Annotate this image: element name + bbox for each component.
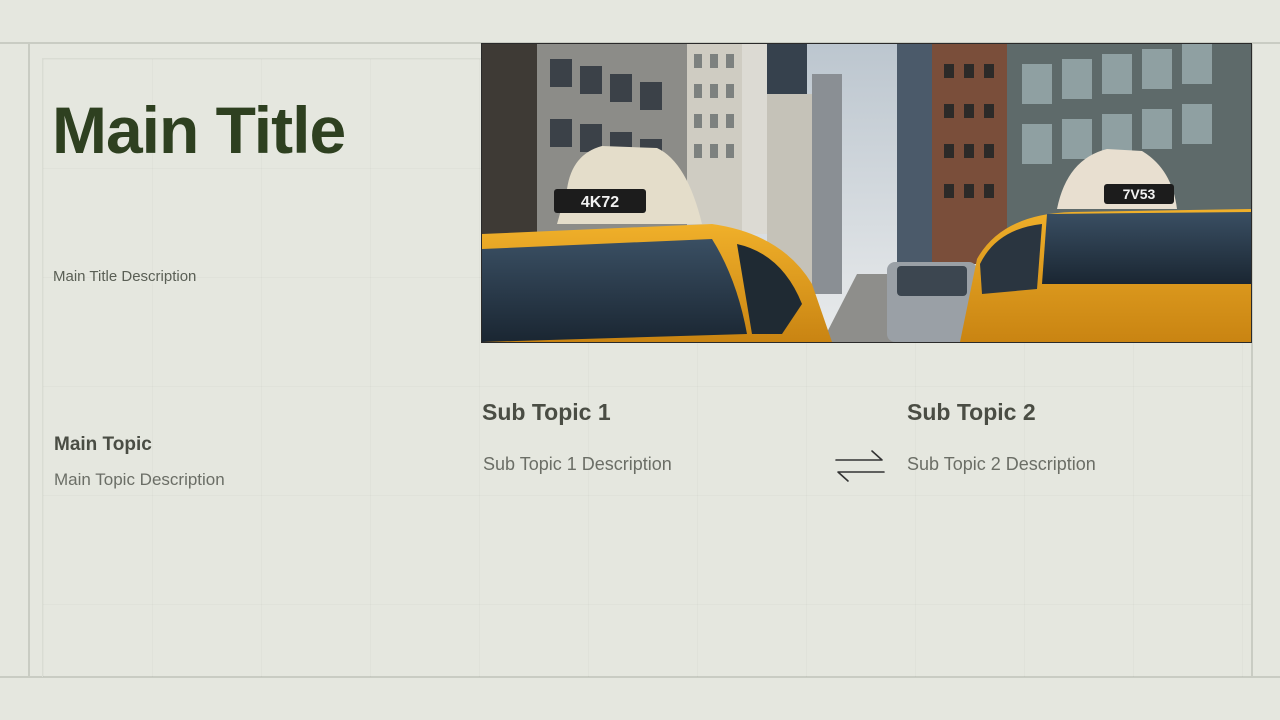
city-taxi-photo: 4K72 7V53 xyxy=(481,43,1252,343)
main-title: Main Title xyxy=(52,93,346,167)
main-topic-description: Main Topic Description xyxy=(54,470,225,489)
sub-topic-2-title: Sub Topic 2 xyxy=(907,399,1036,425)
main-title-description: Main Title Description xyxy=(53,268,197,285)
frame-left-line xyxy=(28,44,30,676)
sub-topic-2-description: Sub Topic 2 Description xyxy=(907,454,1096,474)
main-topic-title: Main Topic xyxy=(54,434,152,455)
sub-topic-1-title: Sub Topic 1 xyxy=(482,399,611,425)
exchange-arrows-icon xyxy=(834,448,886,484)
taxi-left-sign-text: 4K72 xyxy=(581,194,619,211)
taxi-right-sign-text: 7V53 xyxy=(1123,186,1156,202)
sub-topic-1-description: Sub Topic 1 Description xyxy=(483,454,672,474)
